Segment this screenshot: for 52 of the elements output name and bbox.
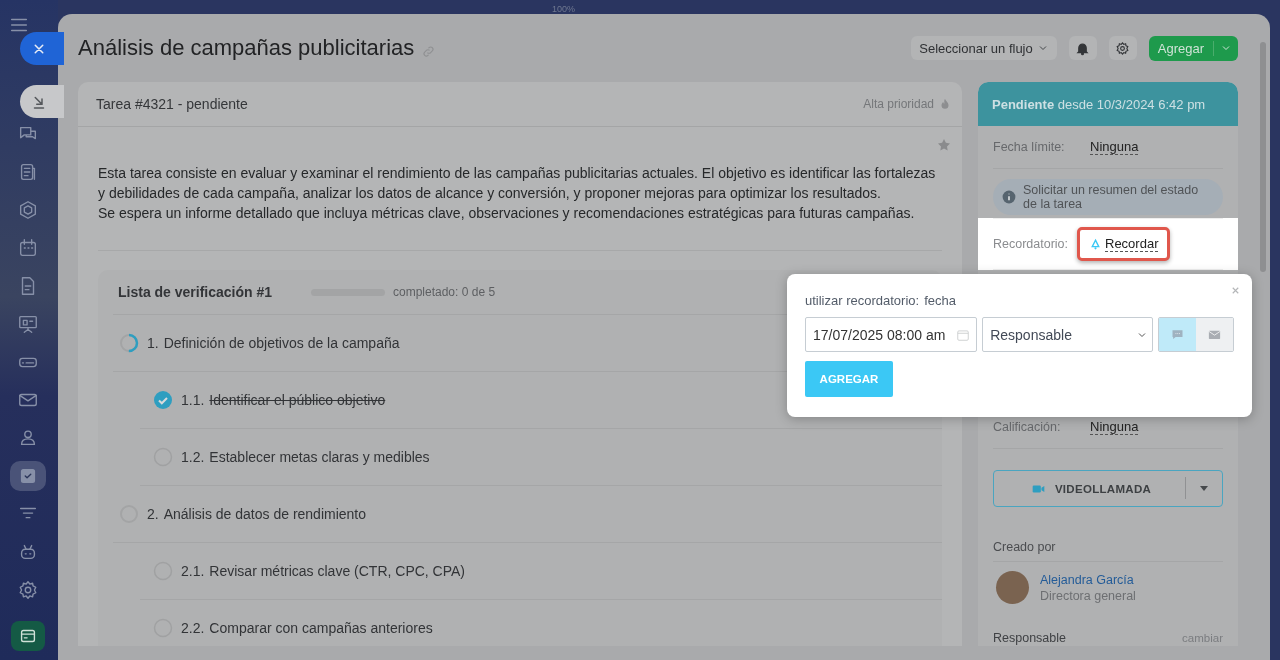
priority-label: Alta prioridad	[863, 97, 934, 111]
minimize-button[interactable]	[20, 85, 64, 118]
settings-icon	[1115, 40, 1131, 56]
deadline-value[interactable]: Ninguna	[1090, 139, 1139, 155]
close-button[interactable]	[20, 32, 64, 65]
chat-toggle[interactable]	[1159, 318, 1197, 351]
notification-button[interactable]	[1068, 36, 1097, 60]
field-label: Recordatorio:	[993, 237, 1070, 251]
date-field[interactable]: 17/07/2025 08:00 am	[805, 317, 978, 352]
field-label: Fecha límite:	[993, 140, 1066, 154]
reminder-label: utilizar recordatorio:	[805, 293, 920, 308]
task-heading: Tarea #4321 - pendiente	[96, 96, 248, 112]
person-name-link[interactable]: Alejandra García	[1040, 571, 1136, 588]
app-icon[interactable]	[10, 621, 45, 651]
field-label: Calificación:	[993, 420, 1062, 434]
checklist-item[interactable]: 2.1. Revisar métricas clave (CTR, CPC, CPA)	[140, 543, 942, 600]
checked-circle-icon[interactable]	[153, 390, 173, 410]
chat-icon	[1170, 327, 1186, 342]
checklist-title: Lista de verificación #1	[118, 284, 274, 300]
presentation-icon	[16, 313, 39, 335]
bell-icon	[1075, 40, 1091, 56]
star-icon[interactable]	[936, 137, 952, 153]
status-text: Pendiente desde 10/3/2024 6:42 pm	[992, 96, 1206, 112]
info-icon	[1001, 189, 1017, 205]
progress-ring-icon	[119, 333, 139, 353]
description-text: Esta tarea consiste en evaluar y examinar el rendimiento de las campañas publicitarias actuales. El objetivo es identificar las fortalezas y debilidades de cada campaña, analizar los datos de alcance y conversión, y proponer mejoras para optimizar los resultados.	[98, 164, 937, 203]
checklist-item[interactable]: 2. Análisis de datos de rendimiento	[113, 486, 942, 543]
summary-button[interactable]: Solicitar un resumen del estado de la tarea	[993, 179, 1223, 215]
sidebar-item[interactable]	[9, 461, 46, 491]
person-role: Directora general	[1040, 587, 1136, 604]
caret-down-icon[interactable]	[1200, 486, 1208, 491]
checklist-item[interactable]: 2.2. Comparar con campañas anteriores	[140, 600, 942, 646]
section-heading: Responsable	[993, 631, 1066, 645]
remind-button[interactable]: Recordar	[1077, 227, 1171, 261]
bell-icon	[1089, 237, 1102, 251]
scrollbar[interactable]	[1260, 42, 1266, 272]
flow-select[interactable]: Seleccionar un flujo	[911, 36, 1057, 60]
recipient-select[interactable]: Responsable	[982, 317, 1154, 352]
video-call-button[interactable]: VIDEOLLAMADA	[993, 470, 1223, 507]
page-title: Análisis de campañas publicitarias	[78, 35, 415, 61]
zoom-label: 100%	[552, 4, 576, 14]
settings-button[interactable]	[1108, 36, 1137, 60]
avatar	[996, 571, 1029, 604]
checklist-item[interactable]: 1.2. Establecer metas claras y medibles	[140, 429, 942, 486]
close-icon[interactable]	[1230, 285, 1241, 296]
section-heading: Creado por	[993, 533, 1223, 562]
calendar-icon	[956, 327, 971, 342]
rating-value[interactable]: Ninguna	[1090, 419, 1139, 435]
reminder-mode-link[interactable]: fecha	[924, 293, 956, 308]
email-toggle[interactable]	[1196, 318, 1233, 351]
progress-text: completado: 0 de 5	[393, 285, 496, 299]
description-text: Se espera un informe detallado que incluya métricas clave, observaciones y recomendaciones estratégicas para futuras campañas.	[98, 204, 916, 223]
